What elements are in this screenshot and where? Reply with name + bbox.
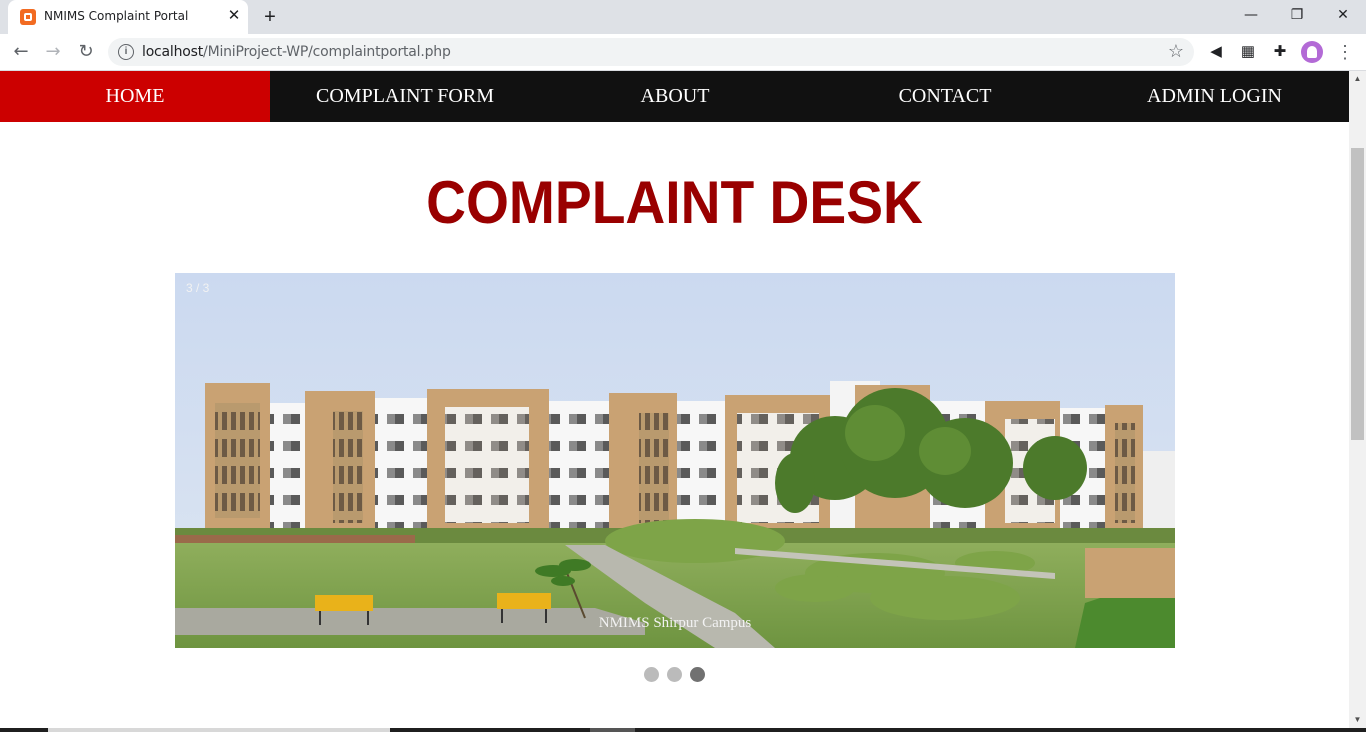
slide-dot-2[interactable] <box>667 667 682 682</box>
page-title: COMPLAINT DESK <box>426 169 923 236</box>
top-navigation: HOME COMPLAINT FORM ABOUT CONTACT ADMIN … <box>0 71 1349 122</box>
xampp-favicon-icon <box>20 9 36 25</box>
minimize-button[interactable]: — <box>1228 0 1274 30</box>
restore-button[interactable]: ❐ <box>1274 0 1320 30</box>
nav-contact[interactable]: CONTACT <box>810 71 1080 122</box>
close-window-button[interactable]: ✕ <box>1320 0 1366 30</box>
browser-tab[interactable]: NMIMS Complaint Portal ✕ <box>8 0 248 34</box>
url-host: localhost <box>142 44 204 60</box>
page-viewport: HOME COMPLAINT FORM ABOUT CONTACT ADMIN … <box>0 71 1349 728</box>
url-path: /MiniProject-WP/complaintportal.php <box>203 44 451 60</box>
extensions-puzzle-icon[interactable]: ✚ <box>1270 42 1290 62</box>
nav-complaint-form[interactable]: COMPLAINT FORM <box>270 71 540 122</box>
slide-dot-1[interactable] <box>644 667 659 682</box>
slideshow: 3 / 3 NMIMS Shirpur Campus <box>175 273 1175 648</box>
address-bar[interactable]: i localhost/MiniProject-WP/complaintport… <box>108 38 1194 66</box>
bookmark-star-icon[interactable]: ☆ <box>1168 41 1184 62</box>
tab-title: NMIMS Complaint Portal <box>44 9 189 23</box>
new-tab-button[interactable]: + <box>258 6 282 28</box>
scroll-thumb[interactable] <box>1351 148 1364 440</box>
slide-caption: NMIMS Shirpur Campus <box>598 615 752 631</box>
reload-button[interactable]: ↻ <box>73 39 99 65</box>
nav-about[interactable]: ABOUT <box>540 71 810 122</box>
scroll-up-arrow-icon[interactable]: ▲ <box>1349 73 1366 85</box>
scroll-down-arrow-icon[interactable]: ▼ <box>1349 714 1366 726</box>
nav-admin-login[interactable]: ADMIN LOGIN <box>1080 71 1349 122</box>
url-text[interactable]: localhost/MiniProject-WP/complaintportal… <box>142 44 451 60</box>
browser-toolbar: ← → ↻ i localhost/MiniProject-WP/complai… <box>0 34 1366 71</box>
fish-extension-icon[interactable]: ◀ <box>1206 42 1226 62</box>
browser-menu-icon[interactable]: ⋮ <box>1336 42 1354 62</box>
profile-avatar[interactable] <box>1301 41 1323 63</box>
taskbar-segment <box>590 728 635 732</box>
tab-strip: NMIMS Complaint Portal ✕ + — ❐ ✕ <box>0 0 1366 34</box>
taskbar-strip <box>0 728 1366 732</box>
back-button[interactable]: ← <box>8 39 34 65</box>
table-extension-icon[interactable]: ▦ <box>1238 42 1258 62</box>
forward-button[interactable]: → <box>40 39 66 65</box>
slide-dots <box>0 667 1349 682</box>
slide-dot-3[interactable] <box>690 667 705 682</box>
nav-home[interactable]: HOME <box>0 71 270 122</box>
page-scrollbar[interactable]: ▲ ▼ <box>1349 71 1366 728</box>
site-info-icon[interactable]: i <box>118 44 134 60</box>
campus-photo <box>175 273 1175 648</box>
slide-number: 3 / 3 <box>186 281 210 295</box>
tab-close-icon[interactable]: ✕ <box>224 6 244 26</box>
taskbar-segment <box>48 728 390 732</box>
